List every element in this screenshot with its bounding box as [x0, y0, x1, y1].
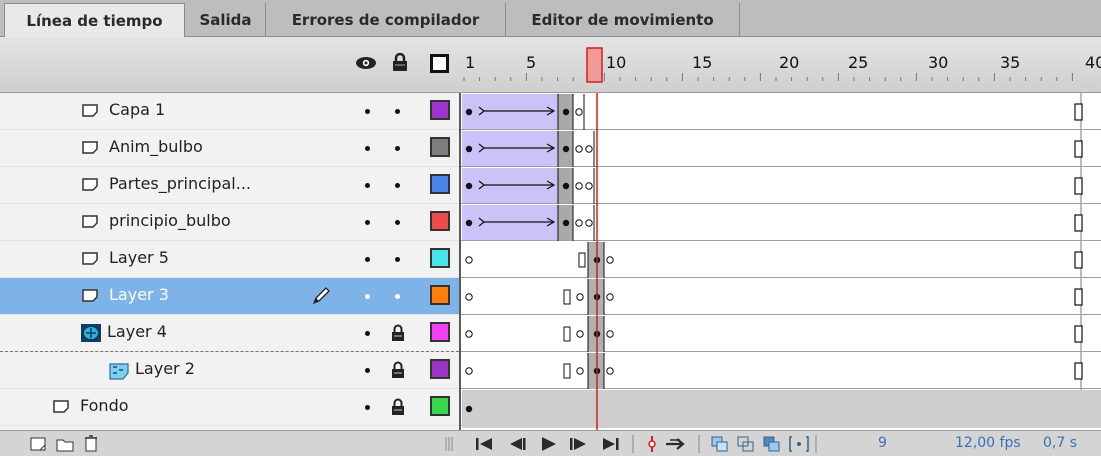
layer-row-fondo[interactable]: Fondo — [0, 389, 459, 426]
step-back-icon[interactable] — [507, 436, 527, 452]
lock-toggle[interactable] — [395, 257, 400, 262]
visibility-toggle[interactable] — [365, 405, 370, 410]
divider-icon — [698, 434, 702, 454]
layer-row-layer-4[interactable]: Layer 4 — [0, 315, 459, 352]
timeline-status-bar: 9 12,00 fps 0,7 s — [0, 430, 1101, 456]
layer-name[interactable]: Capa 1 — [109, 93, 165, 127]
current-frame[interactable]: 9 — [878, 435, 887, 451]
pencil-icon — [311, 286, 331, 306]
outline-color-swatch[interactable] — [430, 285, 450, 305]
outline-color-swatch[interactable] — [430, 137, 450, 157]
lock-icon[interactable] — [391, 361, 405, 378]
layer-row-partes-principal[interactable]: Partes_principal... — [0, 167, 459, 204]
frames-grid[interactable] — [459, 93, 1101, 430]
play-icon[interactable] — [540, 436, 558, 452]
outline-color-swatch[interactable] — [430, 211, 450, 231]
tab-compiler-errors[interactable]: Errores de compilador — [266, 3, 506, 37]
step-forward-icon[interactable] — [569, 436, 589, 452]
outline-color-swatch[interactable] — [430, 100, 450, 120]
outline-color-swatch[interactable] — [430, 322, 450, 342]
divider-icon — [632, 434, 636, 454]
layer-name[interactable]: Partes_principal... — [109, 167, 251, 201]
loop-icon[interactable] — [664, 436, 688, 452]
onion-skin-icon[interactable] — [711, 436, 729, 452]
resize-handle-icon[interactable] — [445, 435, 453, 453]
eye-icon[interactable] — [355, 55, 377, 71]
visibility-toggle[interactable] — [365, 331, 370, 336]
timeline-header: 1 5 10 15 20 25 30 35 40 — [0, 37, 1101, 93]
layer-icon — [82, 289, 98, 302]
layer-row-principio-bulbo[interactable]: principio_bulbo — [0, 204, 459, 241]
layer-icon — [82, 104, 98, 117]
delete-icon[interactable] — [84, 434, 98, 452]
outline-color-swatch[interactable] — [430, 174, 450, 194]
layer-name[interactable]: Layer 3 — [109, 278, 169, 312]
mask-layer-icon — [81, 324, 101, 342]
ruler-label-10: 10 — [606, 53, 627, 72]
lock-icon[interactable] — [391, 324, 405, 341]
layer-row-layer-5[interactable]: Layer 5 — [0, 241, 459, 278]
center-frame-icon[interactable] — [646, 435, 658, 453]
layer-name[interactable]: Layer 4 — [107, 315, 167, 349]
tab-timeline[interactable]: Línea de tiempo — [4, 3, 185, 38]
layer-row-anim-bulbo[interactable]: Anim_bulbo — [0, 130, 459, 167]
ruler-label-40: 40 — [1085, 53, 1101, 72]
onion-skin-outlines-icon[interactable] — [737, 436, 755, 452]
layer-row-layer-2[interactable]: Layer 2 — [0, 352, 459, 389]
outline-color-swatch[interactable] — [430, 359, 450, 379]
frames-drawing[interactable] — [461, 93, 1101, 430]
edit-multiple-frames-icon[interactable] — [763, 436, 781, 452]
layer-name[interactable]: Fondo — [80, 389, 129, 423]
ruler-label-25: 25 — [848, 53, 869, 72]
new-layer-icon[interactable] — [30, 436, 48, 452]
visibility-toggle[interactable] — [365, 146, 370, 151]
elapsed-time[interactable]: 0,7 s — [1043, 435, 1077, 451]
layer-row-capa-1[interactable]: Capa 1 — [0, 93, 459, 130]
outline-color-swatch[interactable] — [430, 248, 450, 268]
modify-onion-markers-icon[interactable] — [789, 435, 809, 453]
panel-tab-bar: Línea de tiempo Salida Errores de compil… — [0, 0, 1101, 38]
lock-icon[interactable] — [392, 52, 408, 72]
lock-toggle[interactable] — [395, 109, 400, 114]
tab-motion-editor[interactable]: Editor de movimiento — [506, 3, 740, 37]
lock-toggle[interactable] — [395, 220, 400, 225]
lock-icon[interactable] — [391, 398, 405, 415]
visibility-toggle[interactable] — [365, 109, 370, 114]
layer-name[interactable]: Layer 2 — [135, 352, 195, 386]
ruler-label-15: 15 — [692, 53, 713, 72]
ruler-label-5: 5 — [526, 53, 537, 72]
lock-toggle[interactable] — [395, 294, 400, 299]
masked-layer-icon — [109, 363, 129, 380]
layer-icon — [82, 215, 98, 228]
go-to-last-frame-icon[interactable] — [600, 436, 620, 452]
divider-icon — [815, 434, 819, 454]
ruler-label-30: 30 — [928, 53, 949, 72]
ruler-label-1: 1 — [465, 53, 476, 72]
outline-icon[interactable] — [430, 54, 449, 73]
visibility-toggle[interactable] — [365, 220, 370, 225]
frame-rate[interactable]: 12,00 fps — [955, 435, 1021, 451]
layer-name[interactable]: Anim_bulbo — [109, 130, 203, 164]
layer-row-layer-3[interactable]: Layer 3 — [0, 278, 459, 315]
layer-icon — [53, 400, 69, 413]
tab-output[interactable]: Salida — [186, 3, 266, 37]
go-to-first-frame-icon[interactable] — [475, 436, 495, 452]
lock-toggle[interactable] — [395, 146, 400, 151]
visibility-toggle[interactable] — [365, 368, 370, 373]
new-folder-icon[interactable] — [56, 436, 74, 452]
lock-toggle[interactable] — [395, 183, 400, 188]
outline-color-swatch[interactable] — [430, 396, 450, 416]
layer-icon — [82, 141, 98, 154]
layer-icon — [82, 252, 98, 265]
visibility-toggle[interactable] — [365, 257, 370, 262]
visibility-toggle[interactable] — [365, 183, 370, 188]
layer-list: Capa 1 Anim_bulbo Partes_principal... pr… — [0, 93, 459, 430]
layer-name[interactable]: Layer 5 — [109, 241, 169, 275]
ruler-label-35: 35 — [1000, 53, 1021, 72]
layer-icon — [82, 178, 98, 191]
ruler-label-20: 20 — [779, 53, 800, 72]
layer-name[interactable]: principio_bulbo — [109, 204, 231, 238]
visibility-toggle[interactable] — [365, 294, 370, 299]
